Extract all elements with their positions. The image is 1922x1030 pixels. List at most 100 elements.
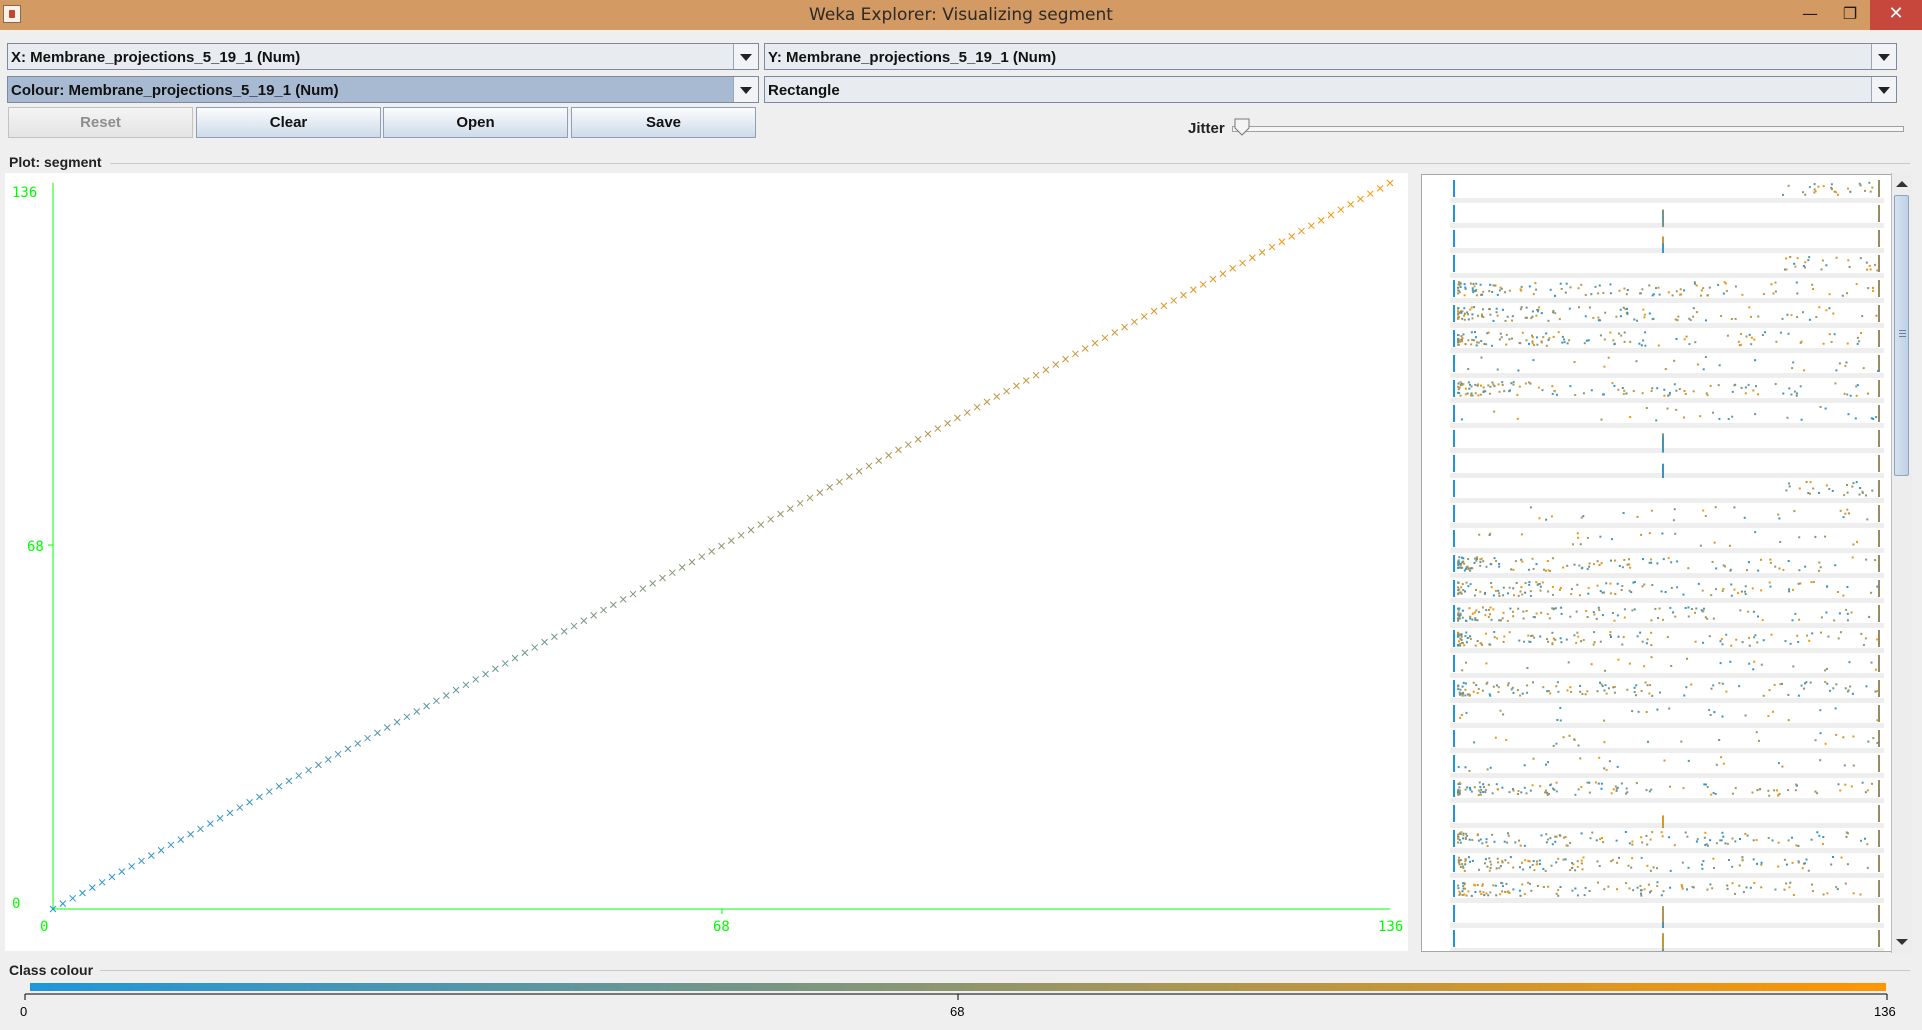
scrollbar-thumb[interactable] [1894, 195, 1909, 476]
strip-point [1832, 856, 1834, 858]
strip-point [1720, 756, 1723, 759]
reset-button[interactable]: Reset [8, 107, 193, 138]
strip-point [1629, 340, 1632, 343]
strip-point [1464, 590, 1466, 593]
attribute-strip[interactable] [1450, 528, 1884, 548]
scroll-down-icon[interactable] [1895, 935, 1909, 949]
strip-point [1712, 411, 1714, 414]
strip-point [1646, 638, 1649, 641]
attribute-strip[interactable] [1450, 178, 1884, 198]
attribute-strip[interactable] [1450, 353, 1884, 373]
strip-point [1534, 282, 1537, 285]
strip-point [1687, 866, 1690, 869]
strip-point [1586, 568, 1589, 571]
strip-point [1616, 861, 1619, 864]
close-button[interactable]: ✕ [1870, 0, 1922, 30]
attribute-strip[interactable] [1450, 278, 1884, 298]
attribute-strip[interactable] [1450, 303, 1884, 323]
attribute-strip[interactable] [1450, 403, 1884, 423]
attribute-strip[interactable] [1450, 703, 1884, 723]
minimize-button[interactable]: — [1790, 0, 1830, 30]
attribute-panel-scrollbar[interactable] [1891, 173, 1912, 953]
strip-point [1586, 616, 1589, 618]
data-point [1199, 281, 1207, 288]
attribute-strip[interactable] [1450, 378, 1884, 398]
strip-point [1620, 334, 1623, 337]
attribute-strip[interactable] [1450, 603, 1884, 623]
strip-point [1597, 606, 1600, 609]
attribute-strip[interactable] [1450, 753, 1884, 773]
strip-point [1807, 869, 1810, 872]
shape-select[interactable]: Rectangle [764, 76, 1897, 103]
strip-point [1457, 789, 1460, 791]
attribute-strip[interactable] [1450, 728, 1884, 748]
jitter-slider-track[interactable] [1232, 126, 1904, 132]
attribute-strip[interactable] [1450, 578, 1884, 598]
strip-point [1709, 883, 1712, 886]
strip-point [1492, 383, 1495, 386]
colour-select[interactable]: Colour: Membrane_projections_5_19_1 (Num… [7, 76, 759, 103]
attribute-strip[interactable] [1450, 503, 1884, 523]
data-point [472, 676, 480, 683]
strip-point [1603, 689, 1606, 692]
scatter-plot-area[interactable]: 136 68 0 0 68 136 [5, 173, 1408, 951]
strip-min-marker [1453, 305, 1455, 322]
open-button[interactable]: Open [383, 107, 568, 138]
attribute-strip[interactable] [1450, 428, 1884, 448]
attribute-strip[interactable] [1450, 678, 1884, 698]
x-axis-select[interactable]: X: Membrane_projections_5_19_1 (Num) [7, 43, 759, 70]
strip-point [1845, 831, 1848, 834]
strip-point [1847, 413, 1850, 416]
strip-point [1501, 861, 1504, 864]
attribute-strips[interactable] [1422, 175, 1892, 956]
scatter-plot[interactable]: 136 68 0 0 68 136 [5, 173, 1408, 951]
y-axis-select[interactable]: Y: Membrane_projections_5_19_1 (Num) [764, 43, 1897, 70]
attribute-strip[interactable] [1450, 228, 1884, 248]
strip-point [1500, 619, 1502, 622]
strip-point [1494, 284, 1497, 287]
strip-point [1656, 867, 1658, 870]
strip-point [1528, 583, 1531, 586]
maximize-button[interactable]: ❐ [1830, 0, 1870, 30]
attribute-strip[interactable] [1450, 653, 1884, 673]
scroll-up-icon[interactable] [1895, 177, 1909, 191]
attribute-strip[interactable] [1450, 328, 1884, 348]
chevron-down-icon[interactable] [1871, 77, 1896, 102]
clear-button[interactable]: Clear [196, 107, 381, 138]
strip-point [1796, 634, 1799, 637]
attribute-strip[interactable] [1450, 453, 1884, 473]
strip-point [1505, 343, 1508, 346]
strip-point [1493, 410, 1496, 413]
attribute-strip[interactable] [1450, 253, 1884, 273]
strip-point [1844, 512, 1847, 515]
chevron-down-icon[interactable] [733, 44, 758, 69]
attribute-strip[interactable] [1450, 778, 1884, 798]
strip-point [1613, 343, 1616, 346]
strip-point [1499, 332, 1502, 335]
strip-point [1836, 888, 1839, 891]
attribute-strip[interactable] [1450, 803, 1884, 823]
attribute-strip[interactable] [1450, 853, 1884, 873]
data-point [442, 692, 450, 699]
chevron-down-icon[interactable] [1871, 44, 1896, 69]
strip-point [1779, 541, 1782, 543]
save-button[interactable]: Save [571, 107, 756, 138]
strip-point [1471, 317, 1474, 320]
attribute-strip[interactable] [1450, 203, 1884, 223]
strip-point [1809, 492, 1811, 495]
attribute-strip[interactable] [1450, 903, 1884, 923]
strip-point [1506, 841, 1509, 844]
strip-point [1704, 783, 1707, 786]
attribute-strip[interactable] [1450, 828, 1884, 848]
jitter-slider-thumb[interactable] [1233, 118, 1251, 136]
attribute-strip[interactable] [1450, 878, 1884, 898]
strip-point [1656, 708, 1659, 711]
attribute-strip[interactable] [1450, 478, 1884, 498]
attribute-strip[interactable] [1450, 928, 1884, 948]
strip-point [1817, 185, 1820, 188]
chevron-down-icon[interactable] [733, 77, 758, 102]
shape-value: Rectangle [768, 82, 840, 99]
strip-point [1795, 783, 1798, 786]
strip-separator [1450, 273, 1884, 278]
attribute-panel[interactable] [1421, 174, 1893, 956]
